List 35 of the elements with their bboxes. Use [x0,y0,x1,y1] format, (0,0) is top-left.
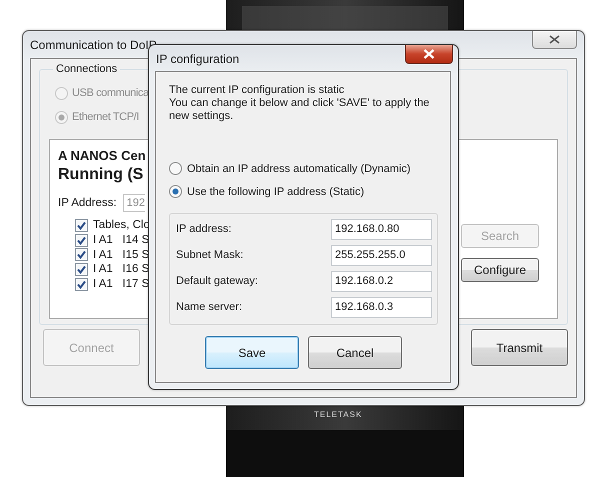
message-text: The current IP configuration is static [169,84,346,97]
configure-button[interactable]: Configure [461,258,539,282]
ip-label: IP Address: [58,197,117,209]
field-label: Name server: [176,301,242,313]
message-text: You can change it below and click 'SAVE' to apply the [169,97,430,110]
transmit-button[interactable]: Transmit [471,329,568,366]
field-label: IP address: [176,223,232,235]
group-label: Connections [55,63,118,75]
close-icon [549,35,560,44]
input-field[interactable]: 192.168.0.80 [331,218,432,240]
save-button[interactable]: Save [205,336,299,369]
cancel-button[interactable]: Cancel [308,336,402,369]
checkbox[interactable] [75,278,88,291]
radio-label: Use the following IP address (Static) [187,186,364,198]
message-text: new settings. [169,110,234,123]
checkbox[interactable] [75,248,88,262]
field-label: Default gateway: [176,275,258,287]
device-label: TELETASK [314,410,362,419]
input-field[interactable]: 255.255.255.0 [331,244,432,266]
device-status: Running (S [58,166,144,185]
radio-button[interactable] [169,185,182,198]
checkbox[interactable] [75,234,88,247]
close-button[interactable] [405,45,453,64]
close-button[interactable] [532,31,577,49]
input-field[interactable]: 192.168.0.3 [331,296,432,318]
checkbox[interactable] [75,218,88,232]
field-label: Subnet Mask: [176,249,244,261]
radio-label: Obtain an IP address automatically (Dynamic) [187,162,411,174]
radio-label: Ethernet TCP/I [72,111,139,123]
close-icon [423,49,435,59]
checkbox[interactable] [75,262,88,276]
radio-label: USB communica [72,87,149,99]
input-field[interactable]: 192.168.0.2 [331,270,432,292]
radio-button[interactable] [169,162,182,175]
device-name: A NANOS Cen [58,148,147,165]
